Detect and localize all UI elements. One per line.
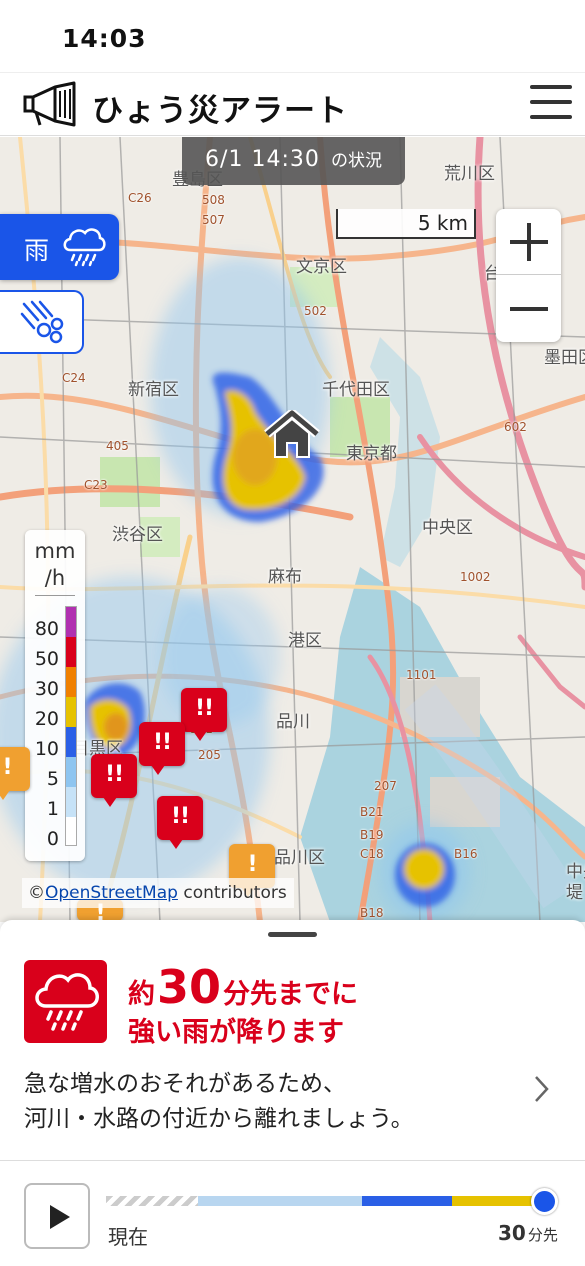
timeline-track[interactable] [106, 1196, 546, 1206]
place-label: 新宿区 [128, 380, 179, 400]
map-scale: 5 km [336, 209, 476, 239]
timeline-bar: 現在 30 分先 [0, 1160, 585, 1266]
legend-label: 0 [46, 828, 59, 850]
chevron-right-icon[interactable] [533, 1074, 551, 1104]
road-label: B19 [360, 828, 384, 842]
play-button[interactable] [24, 1183, 90, 1249]
timeline-end-label: 30 分先 [498, 1221, 558, 1245]
road-label: 508 [202, 193, 225, 207]
heavy-alert-pin[interactable]: !! [157, 796, 203, 849]
road-label: B18 [360, 906, 384, 920]
zoom-in-button[interactable] [496, 209, 561, 275]
app-title: ひょう災アラート [92, 93, 348, 129]
road-label: 205 [198, 748, 221, 762]
status-time: 14:03 [62, 24, 147, 53]
rain-legend: mm/h 80 50 30 20 10 5 1 0 [25, 530, 85, 861]
road-label: C26 [128, 191, 152, 205]
road-label: 602 [504, 420, 527, 434]
place-label: 中央区 [422, 518, 473, 538]
place-label: 荒川区 [444, 164, 495, 184]
road-label: C18 [360, 847, 384, 861]
zoom-out-button[interactable] [496, 276, 561, 342]
caution-alert-pin[interactable]: ! [0, 747, 30, 800]
timeline-slider-knob[interactable] [531, 1188, 558, 1215]
road-label: 1101 [406, 668, 437, 682]
place-label: 港区 [288, 631, 322, 651]
rain-map[interactable]: 豊島区荒川区文京区台新宿区千代田区墨田区東京都中央区渋谷区麻布港区品川目黒区品川… [0, 137, 585, 922]
road-label: 507 [202, 213, 225, 227]
place-label: 渋谷区 [112, 525, 163, 545]
rain-layer-label: 雨 [24, 236, 50, 265]
openstreetmap-link[interactable]: OpenStreetMap [45, 883, 178, 903]
road-label: C24 [62, 371, 86, 385]
place-label: 東京都 [346, 444, 397, 464]
place-label: 品川 [276, 712, 310, 732]
place-label: 品川区 [274, 848, 325, 868]
road-label: 405 [106, 439, 129, 453]
alert-description: 急な増水のおそれがあるため、 [24, 1071, 346, 1097]
zoom-controls [496, 209, 561, 342]
legend-color-bar [65, 606, 77, 846]
road-label: C23 [84, 478, 108, 492]
road-label: 207 [374, 779, 397, 793]
road-label: 502 [304, 304, 327, 318]
road-label: B21 [360, 805, 384, 819]
place-label: 麻布 [268, 567, 302, 587]
app-header: ひょう災アラート [0, 72, 585, 136]
alert-headline-2: 強い雨が降ります [128, 1017, 344, 1048]
road-label: 1002 [460, 570, 491, 584]
hamburger-icon [530, 85, 572, 89]
hail-layer-button[interactable] [0, 290, 84, 354]
place-label: 文京区 [296, 257, 347, 277]
sheet-drag-handle[interactable] [268, 932, 317, 937]
menu-button[interactable] [530, 85, 572, 123]
megaphone-icon [23, 81, 76, 127]
alert-description: 河川・水路の付近から離れましょう。 [24, 1106, 414, 1132]
app-root: 14:03 ひょう災アラート 荒川区 文京区 台 新宿区 千代田区 墨田 東京都… [0, 0, 585, 1266]
timeline-start-label: 現在 [108, 1225, 148, 1249]
forecast-time-label: 6/1 14:30 の状況 [182, 137, 405, 185]
map-attribution: ©OpenStreetMap contributors [22, 878, 294, 908]
legend-label: 10 [34, 738, 59, 760]
forecast-time-suffix: の状況 [330, 151, 382, 171]
legend-label: 50 [34, 648, 59, 670]
alert-sheet[interactable]: 約30分先までに 強い雨が降ります 急な増水のおそれがあるため、 河川・水路の付… [0, 920, 585, 1160]
legend-label: 1 [46, 798, 59, 820]
place-label: 堤 [566, 883, 583, 903]
heavy-alert-pin[interactable]: !! [181, 688, 227, 741]
place-label: 千代田区 [322, 380, 390, 400]
alert-headline: 約30分先までに [128, 960, 359, 1014]
home-icon [264, 410, 320, 458]
legend-label: 30 [34, 678, 59, 700]
place-label: 墨田区 [544, 348, 585, 368]
legend-label: 80 [34, 618, 59, 640]
legend-label: 20 [34, 708, 59, 730]
rain-cloud-icon [63, 228, 106, 267]
heavy-alert-pin[interactable]: !! [91, 754, 137, 807]
status-bar: 14:03 [0, 0, 585, 72]
heavy-rain-icon [24, 960, 107, 1043]
legend-label: 5 [46, 768, 59, 790]
alert-minutes: 30 [157, 960, 222, 1014]
road-label: B16 [454, 847, 478, 861]
rain-layer-button[interactable]: 雨 [0, 214, 119, 280]
heavy-alert-pin[interactable]: !! [139, 722, 185, 775]
forecast-time: 6/1 14:30 [205, 147, 320, 172]
legend-unit: mm/h [34, 539, 76, 590]
hail-icon [20, 300, 64, 344]
